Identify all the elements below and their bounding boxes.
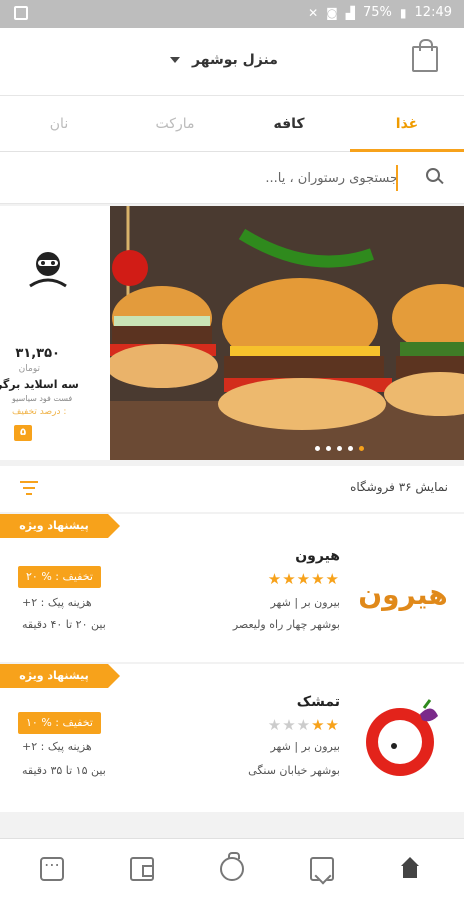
location-selector[interactable]: منزل بوشهر xyxy=(170,52,278,68)
promo-currency: تومان xyxy=(18,364,40,374)
tab-bread[interactable]: نان xyxy=(0,96,118,152)
caret-down-icon xyxy=(170,57,180,63)
burger-illustration xyxy=(110,206,464,460)
special-offer-badge: پیشنهاد ویژه xyxy=(0,664,120,688)
restaurant-logo: هیرون xyxy=(360,548,446,634)
search-input[interactable] xyxy=(200,162,398,194)
restaurant-name: هیرون xyxy=(295,548,340,564)
rating-stars: ★★★★★ xyxy=(267,570,340,588)
results-count: نمایش ۳۶ فروشگاه xyxy=(350,480,448,494)
promo-card[interactable]: ۳۱,۳۵۰ تومان سه اسلاید برگر فست فود سیاس… xyxy=(0,206,110,460)
results-bar: نمایش ۳۶ فروشگاه xyxy=(0,466,464,512)
special-offer-badge: پیشنهاد ویژه xyxy=(0,514,120,538)
carousel-dot[interactable] xyxy=(337,446,342,451)
text-cursor xyxy=(396,165,398,191)
restaurant-category: بیرون بر | شهر xyxy=(270,740,340,753)
restaurant-card[interactable]: پیشنهاد ویژه تمشک ★★★★★ بیرون بر | شهر ب… xyxy=(0,664,464,812)
carousel-dot[interactable] xyxy=(348,446,353,451)
delivery-time: بین ۲۰ تا ۴۰ دقیقه xyxy=(22,618,106,631)
rating-stars: ★★★★★ xyxy=(267,716,340,734)
location-label: منزل بوشهر xyxy=(192,52,278,68)
discount-badge: تخفیف : % ۲۰ xyxy=(18,566,101,588)
delivery-fee: هزینه پیک : ۲+ xyxy=(22,596,92,609)
promo-discount-label: درصد تخفیف : xyxy=(12,407,67,417)
restaurant-name: تمشک xyxy=(296,694,340,710)
category-tabs: غذا کافه مارکت نان xyxy=(0,96,464,152)
wallet-icon[interactable] xyxy=(130,857,154,881)
status-icons: ✕ ◙ ▟ 75% ▮ 12:49 xyxy=(308,5,452,20)
logo-text: هیرون xyxy=(360,578,446,611)
signal-icon: ▟ xyxy=(345,5,356,20)
more-icon[interactable] xyxy=(40,855,64,881)
promo-subtitle: فست فود سیاسیو xyxy=(12,394,73,403)
tab-food[interactable]: غذا xyxy=(350,96,464,152)
promo-price: ۳۱,۳۵۰ xyxy=(15,346,60,361)
home-icon[interactable] xyxy=(398,857,422,881)
battery-icon: ▮ xyxy=(399,5,407,20)
orders-icon[interactable] xyxy=(220,852,244,881)
discount-badge: تخفیف : % ۱۰ xyxy=(18,712,101,734)
restaurant-logo xyxy=(366,699,438,776)
status-time: 12:49 xyxy=(414,5,452,20)
bookmark-icon[interactable] xyxy=(310,857,334,881)
carousel-dot-active[interactable] xyxy=(359,446,364,451)
delivery-time: بین ۱۵ تا ۳۵ دقیقه xyxy=(22,764,106,777)
mute-icon: ✕ xyxy=(308,5,319,20)
tab-cafe[interactable]: کافه xyxy=(232,96,346,152)
promo-banner[interactable]: ۳۱,۳۵۰ تومان سه اسلاید برگر فست فود سیاس… xyxy=(0,206,464,460)
app-header: منزل بوشهر xyxy=(0,28,464,96)
tab-market[interactable]: مارکت xyxy=(118,96,232,152)
bottom-navigation xyxy=(0,838,464,900)
search-bar xyxy=(0,152,464,204)
status-bar: ✕ ◙ ▟ 75% ▮ 12:49 xyxy=(0,0,464,28)
promo-name: سه اسلاید برگر xyxy=(0,378,79,391)
picture-icon xyxy=(14,6,28,20)
restaurant-card[interactable]: پیشنهاد ویژه هیرون هیرون ★★★★★ بیرون بر … xyxy=(0,514,464,662)
restaurant-mascot-logo xyxy=(29,252,67,288)
burger-image[interactable] xyxy=(110,206,464,460)
carousel-dots xyxy=(315,446,364,451)
bag-icon[interactable] xyxy=(412,39,438,72)
restaurant-address: بوشهر خیابان سنگی xyxy=(248,764,340,777)
delivery-fee: هزینه پیک : ۲+ xyxy=(22,740,92,753)
restaurant-address: بوشهر چهار راه ولیعصر xyxy=(232,618,340,631)
search-icon[interactable] xyxy=(426,168,440,182)
carousel-dot[interactable] xyxy=(326,446,331,451)
promo-discount-badge: ۵ xyxy=(14,425,32,441)
restaurant-category: بیرون بر | شهر xyxy=(270,596,340,609)
battery-percent: 75% xyxy=(363,5,392,20)
carousel-dot[interactable] xyxy=(315,446,320,451)
filter-icon[interactable] xyxy=(20,481,38,495)
data-saver-icon: ◙ xyxy=(326,5,338,20)
